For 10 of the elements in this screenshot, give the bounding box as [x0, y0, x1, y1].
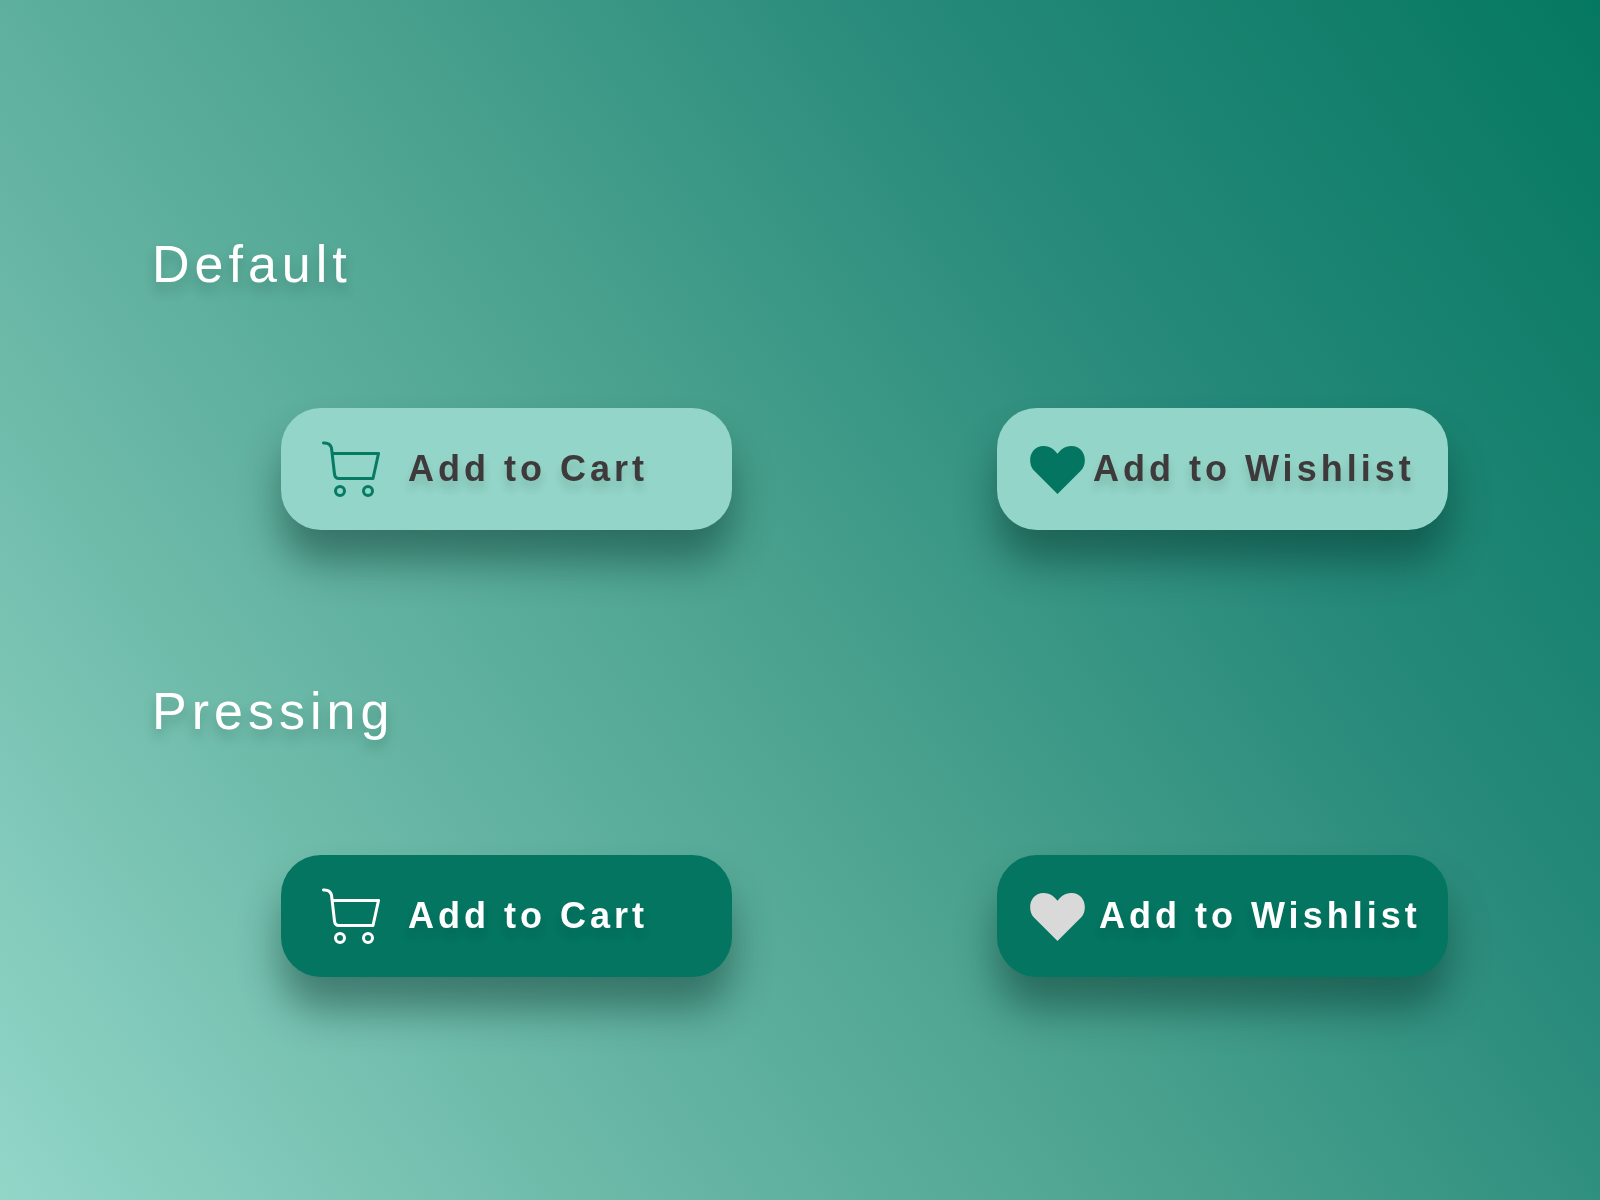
cart-icon [322, 888, 380, 944]
cart-icon [322, 441, 380, 497]
cart-button[interactable]: Add to Cart [281, 408, 732, 530]
wishlist-button[interactable]: Add to Wishlist [997, 855, 1448, 977]
heart-icon [1028, 443, 1087, 495]
wishlist-button[interactable]: Add to Wishlist [997, 408, 1448, 530]
section-title: Pressing [152, 681, 395, 742]
section-title: Default [152, 234, 352, 295]
cart-button[interactable]: Add to Cart [281, 855, 732, 977]
heart-icon [1028, 890, 1087, 942]
